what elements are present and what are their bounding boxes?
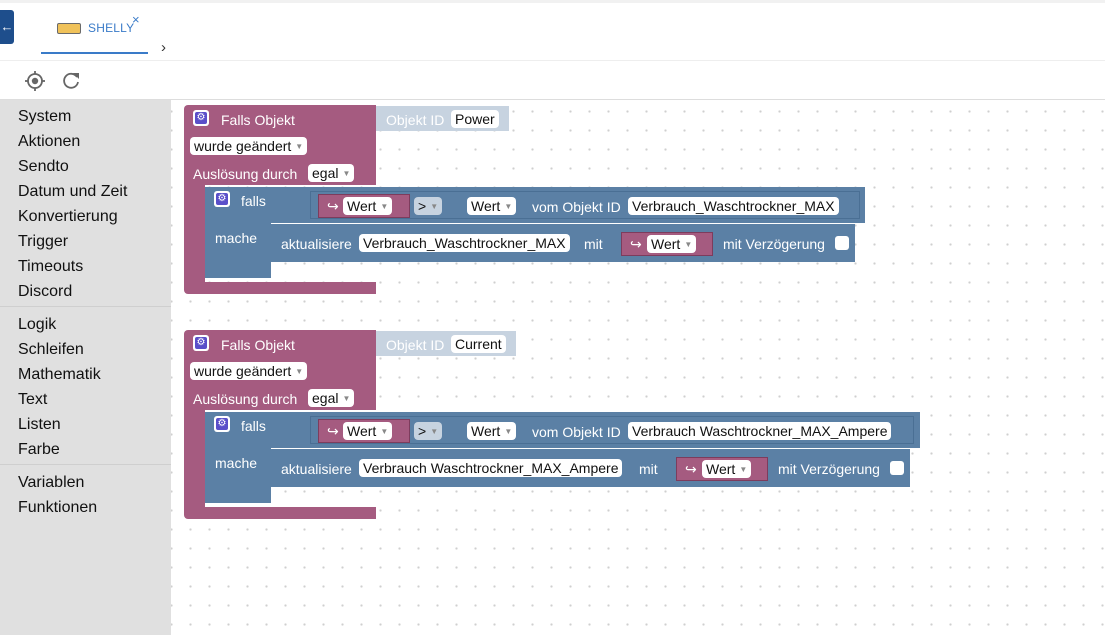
toolbar (0, 60, 1105, 100)
sidebar-separator (0, 464, 171, 465)
tab-label: SHELLY (88, 21, 135, 35)
category-timeouts[interactable]: Timeouts (18, 257, 83, 277)
compare-id-field[interactable]: Verbrauch Waschtrockner_MAX_Ampere (628, 422, 892, 440)
event-block-footer (184, 282, 376, 294)
sidebar-separator (0, 306, 171, 307)
objekt-id-field[interactable]: Power (451, 110, 499, 128)
category-trigger[interactable]: Trigger (18, 232, 68, 252)
category-konvertierung[interactable]: Konvertierung (18, 207, 118, 227)
gear-icon[interactable]: ⚙ (193, 110, 209, 126)
event-block-footer (184, 507, 376, 519)
variable-dropdown[interactable]: Wert ▼ (343, 197, 393, 215)
delay-label: mit Verzögerung (778, 461, 880, 477)
operator-dropdown[interactable]: > ▼ (414, 197, 443, 215)
tab-shelly[interactable]: SHELLY × (41, 11, 148, 54)
objekt-id-label: Objekt ID (386, 112, 445, 128)
gear-icon[interactable]: ⚙ (214, 191, 230, 207)
operator-dropdown[interactable]: > ▼ (414, 422, 443, 440)
category-variablen[interactable]: Variablen (18, 473, 84, 493)
close-icon[interactable]: × (132, 12, 140, 27)
delay-label: mit Verzögerung (723, 236, 825, 252)
gear-icon[interactable]: ⚙ (193, 335, 209, 351)
value-dropdown[interactable]: Wert ▼ (467, 422, 517, 440)
change-dropdown[interactable]: wurde geändert ▼ (190, 362, 308, 380)
objekt-id-field[interactable]: Current (451, 335, 506, 353)
variable-dropdown[interactable]: Wert ▼ (702, 460, 752, 478)
update-id-field[interactable]: Verbrauch_Waschtrockner_MAX (359, 234, 570, 252)
trigger-dropdown[interactable]: egal ▼ (308, 164, 355, 182)
if-label: falls (241, 418, 266, 434)
update-id-field[interactable]: Verbrauch Waschtrockner_MAX_Ampere (359, 459, 623, 477)
category-datum-und-zeit[interactable]: Datum und Zeit (18, 182, 127, 202)
category-listen[interactable]: Listen (18, 415, 61, 435)
return-arrow-icon: ↪ (685, 461, 697, 477)
category-farbe[interactable]: Farbe (18, 440, 60, 460)
category-system[interactable]: System (18, 107, 71, 127)
vom-objekt-label: vom Objekt ID (532, 199, 621, 215)
event-block-spine (184, 185, 205, 282)
variable-dropdown[interactable]: Wert ▼ (647, 235, 697, 253)
delay-checkbox[interactable] (890, 461, 904, 475)
mit-label: mit (584, 236, 603, 252)
category-mathematik[interactable]: Mathematik (18, 365, 101, 385)
category-text[interactable]: Text (18, 390, 47, 410)
return-arrow-icon: ↪ (327, 423, 339, 439)
delay-checkbox[interactable] (835, 236, 849, 250)
chevron-right-icon[interactable]: › (161, 39, 166, 56)
if-block-bottom (205, 262, 271, 278)
crosshair-icon[interactable] (24, 70, 46, 92)
block-header: Falls Objekt (221, 337, 295, 353)
trigger-label: Auslösung durch (193, 166, 298, 182)
compare-id-field[interactable]: Verbrauch_Waschtrockner_MAX (628, 197, 839, 215)
if-block-bottom (205, 487, 271, 503)
change-dropdown[interactable]: wurde geändert ▼ (190, 137, 308, 155)
update-label: aktualisiere (281, 461, 352, 477)
trigger-dropdown[interactable]: egal ▼ (308, 389, 355, 407)
do-label: mache (215, 455, 258, 471)
do-label: mache (215, 230, 258, 246)
category-discord[interactable]: Discord (18, 282, 72, 302)
back-button[interactable]: ← (0, 10, 14, 44)
vom-objekt-label: vom Objekt ID (532, 424, 621, 440)
block-category-sidebar: System Aktionen Sendto Datum und Zeit Ko… (0, 100, 171, 635)
category-funktionen[interactable]: Funktionen (18, 498, 97, 518)
category-sendto[interactable]: Sendto (18, 157, 69, 177)
mit-label: mit (639, 461, 658, 477)
update-label: aktualisiere (281, 236, 352, 252)
if-label: falls (241, 193, 266, 209)
category-aktionen[interactable]: Aktionen (18, 132, 80, 152)
return-arrow-icon: ↪ (630, 236, 642, 252)
gear-icon[interactable]: ⚙ (214, 416, 230, 432)
shelly-logo-icon (57, 23, 81, 34)
event-block-spine (184, 410, 205, 507)
category-schleifen[interactable]: Schleifen (18, 340, 84, 360)
refresh-icon[interactable] (60, 70, 82, 92)
trigger-label: Auslösung durch (193, 391, 298, 407)
variable-dropdown[interactable]: Wert ▼ (343, 422, 393, 440)
objekt-id-label: Objekt ID (386, 337, 445, 353)
tab-bar: ← SHELLY × › (0, 0, 1105, 60)
value-dropdown[interactable]: Wert ▼ (467, 197, 517, 215)
block-header: Falls Objekt (221, 112, 295, 128)
category-logik[interactable]: Logik (18, 315, 56, 335)
return-arrow-icon: ↪ (327, 198, 339, 214)
